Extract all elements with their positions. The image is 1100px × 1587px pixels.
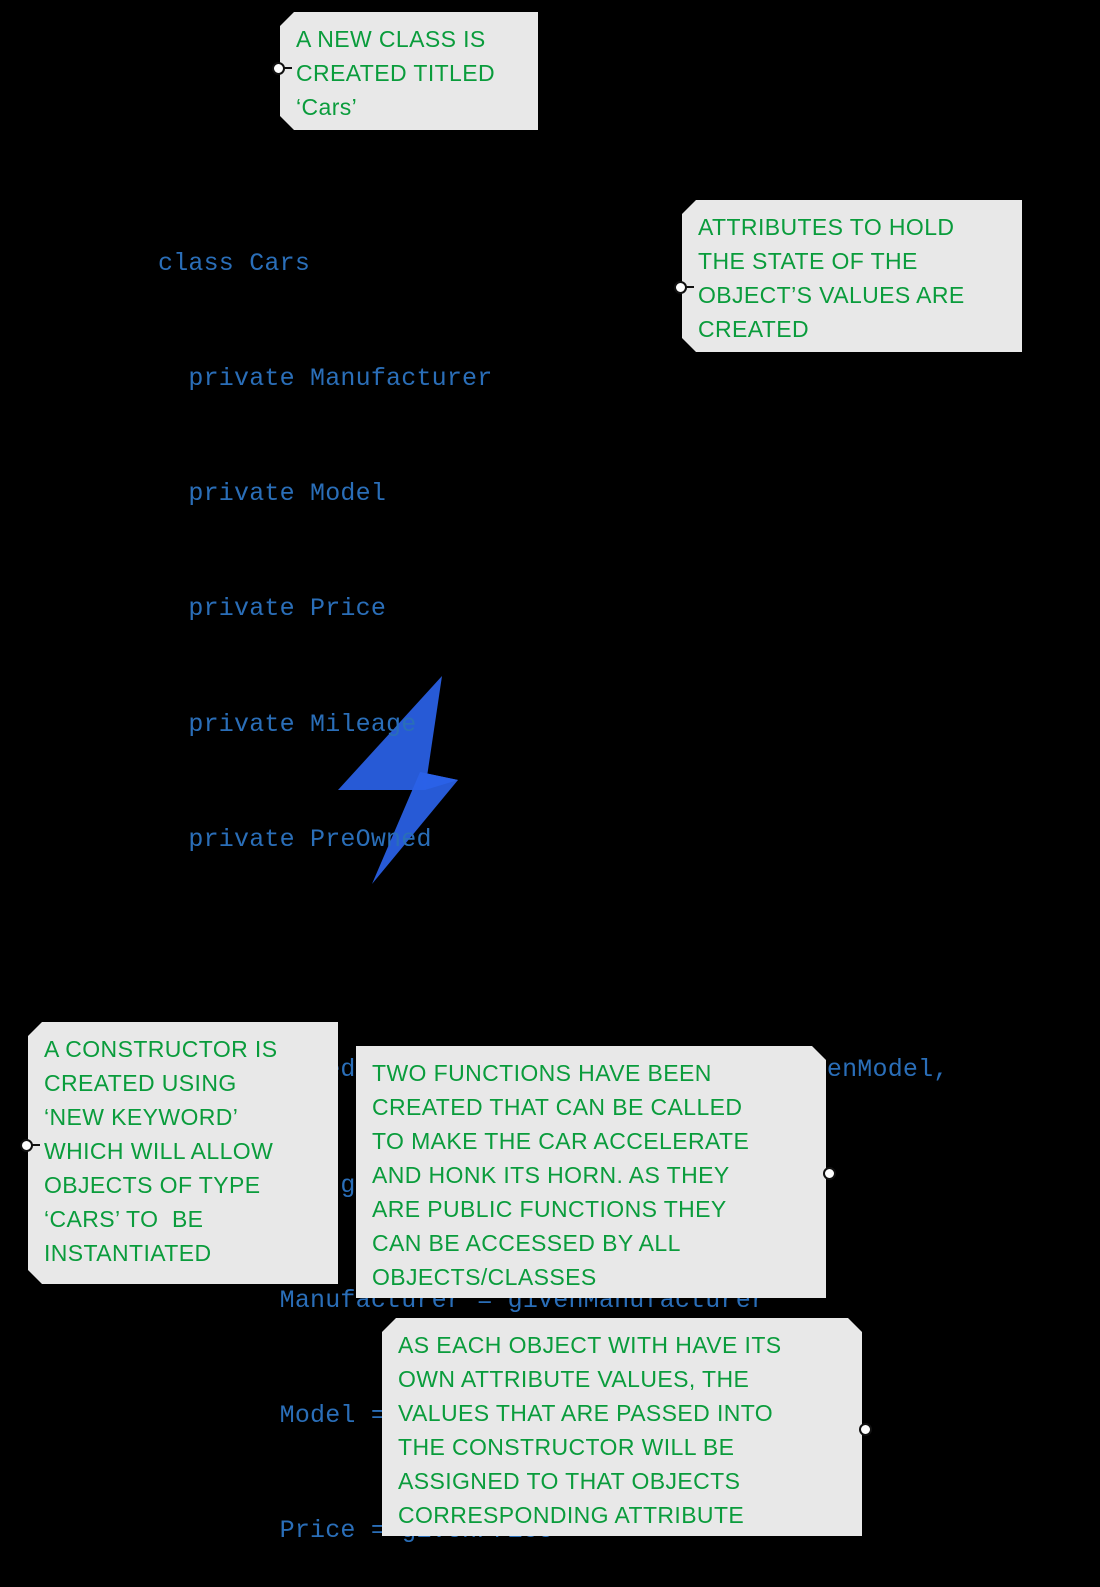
annotation-line: ARE PUBLIC FUNCTIONS THEY <box>372 1196 727 1222</box>
annotation-line: CREATED USING <box>44 1070 237 1096</box>
code-line: private Price <box>158 594 387 624</box>
annotation-line: CREATED THAT CAN BE CALLED <box>372 1094 743 1120</box>
annotation-new-class: A NEW CLASS IS CREATED TITLED ‘Cars’ <box>280 12 538 130</box>
annotation-line: VALUES THAT ARE PASSED INTO <box>398 1400 774 1426</box>
annotation-line: CORRESPONDING ATTRIBUTE <box>398 1502 745 1528</box>
annotation-line: ASSIGNED TO THAT OBJECTS <box>398 1468 741 1494</box>
annotation-line: ‘NEW KEYWORD’ <box>44 1104 239 1130</box>
annotation-object-values: AS EACH OBJECT WITH HAVE ITS OWN ATTRIBU… <box>382 1318 862 1536</box>
annotation-line: AND HONK ITS HORN. AS THEY <box>372 1162 730 1188</box>
code-line: private Mileage <box>158 709 417 739</box>
annotation-attributes: ATTRIBUTES TO HOLD THE STATE OF THE OBJE… <box>682 200 1022 352</box>
annotation-line: OBJECT’S VALUES ARE <box>698 282 965 308</box>
annotation-line: INSTANTIATED <box>44 1240 212 1266</box>
annotation-line: CAN BE ACCESSED BY ALL <box>372 1230 681 1256</box>
annotation-line: OBJECTS OF TYPE <box>44 1172 261 1198</box>
annotation-line: A NEW CLASS IS <box>296 26 486 52</box>
annotation-line: CREATED TITLED <box>296 60 495 86</box>
annotation-line: TO MAKE THE CAR ACCELERATE <box>372 1128 750 1154</box>
annotation-line: OBJECTS/CLASSES <box>372 1264 597 1290</box>
annotation-line: THE STATE OF THE <box>698 248 918 274</box>
annotation-line: THE CONSTRUCTOR WILL BE <box>398 1434 735 1460</box>
code-line: private Model <box>158 479 387 509</box>
annotation-line: TWO FUNCTIONS HAVE BEEN <box>372 1060 712 1086</box>
annotation-line: AS EACH OBJECT WITH HAVE ITS <box>398 1332 782 1358</box>
annotation-line: A CONSTRUCTOR IS <box>44 1036 278 1062</box>
annotation-constructor: A CONSTRUCTOR IS CREATED USING ‘NEW KEYW… <box>28 1022 338 1284</box>
annotation-two-functions: TWO FUNCTIONS HAVE BEEN CREATED THAT CAN… <box>356 1046 826 1298</box>
code-line: private PreOwned <box>158 824 432 854</box>
annotation-line: OWN ATTRIBUTE VALUES, THE <box>398 1366 750 1392</box>
annotation-line: ATTRIBUTES TO HOLD <box>698 214 955 240</box>
diagram-canvas: class Cars private Manufacturer private … <box>0 0 1100 1587</box>
annotation-line: WHICH WILL ALLOW <box>44 1138 274 1164</box>
annotation-line: ‘CARS’ TO BE <box>44 1206 204 1232</box>
annotation-line: CREATED <box>698 316 809 342</box>
code-line: private Manufacturer <box>158 364 493 394</box>
annotation-line: ‘Cars’ <box>296 94 358 120</box>
